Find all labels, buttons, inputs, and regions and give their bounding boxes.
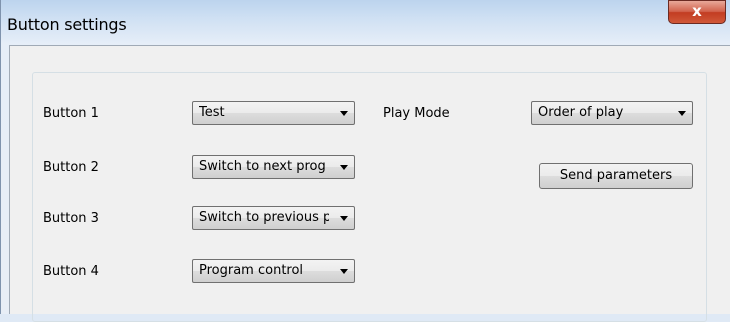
button-1-select-value: Test [199, 105, 225, 120]
play-mode-label: Play Mode [383, 106, 450, 121]
close-icon: x [692, 2, 702, 20]
dialog-window: Button settings x Button 1 Test Play Mod… [0, 0, 730, 322]
button-4-select[interactable]: Program control [192, 259, 355, 283]
button-3-select-value: Switch to previous p [199, 210, 329, 225]
chevron-down-icon [340, 269, 348, 274]
close-button[interactable]: x [668, 0, 726, 24]
chevron-down-icon [340, 111, 348, 116]
button-2-select[interactable]: Switch to next prog [192, 155, 355, 179]
window-title: Button settings [7, 15, 127, 34]
chevron-down-icon [340, 165, 348, 170]
play-mode-select[interactable]: Order of play [531, 101, 693, 125]
button-4-label: Button 4 [43, 264, 99, 279]
button-1-label: Button 1 [43, 106, 99, 121]
button-3-label: Button 3 [43, 211, 99, 226]
button-4-select-value: Program control [199, 263, 304, 278]
dialog-client-area: Button 1 Test Play Mode Order of play Bu… [9, 45, 730, 322]
chevron-down-icon [678, 111, 686, 116]
button-2-label: Button 2 [43, 160, 99, 175]
send-parameters-button[interactable]: Send parameters [539, 163, 693, 189]
button-1-select[interactable]: Test [192, 101, 355, 125]
play-mode-select-value: Order of play [538, 105, 624, 120]
chevron-down-icon [340, 216, 348, 221]
button-3-select[interactable]: Switch to previous p [192, 206, 355, 230]
button-2-select-value: Switch to next prog [199, 159, 326, 174]
